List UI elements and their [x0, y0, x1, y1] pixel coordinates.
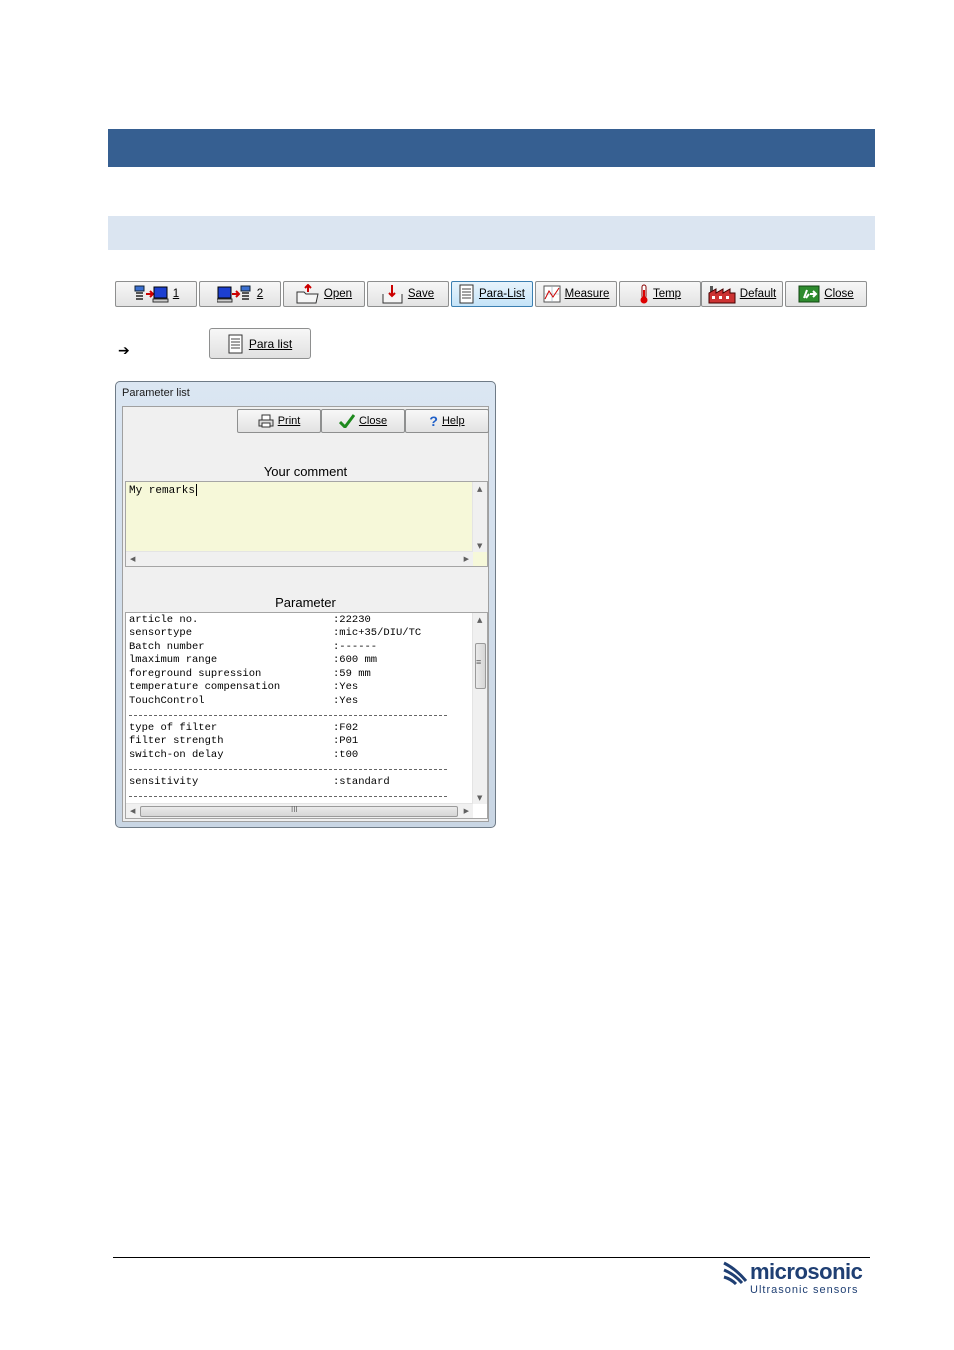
printer-icon: [258, 414, 274, 428]
help-icon: ?: [429, 413, 438, 429]
temp-button[interactable]: Temp: [619, 281, 701, 307]
scroll-up-arrow-icon[interactable]: ▲: [477, 616, 482, 624]
help-button[interactable]: ? Help: [405, 409, 489, 433]
parameter-heading: Parameter: [275, 595, 336, 610]
separator-line: [129, 715, 447, 716]
scroll-right-arrow-icon[interactable]: ▶: [464, 807, 469, 815]
comment-horizontal-scrollbar[interactable]: ◀ ▶: [126, 551, 473, 566]
close-button[interactable]: Close: [321, 409, 405, 433]
button-label: Help: [441, 415, 465, 427]
para-list-example-button[interactable]: Para list: [209, 328, 311, 359]
comment-text: My remarks: [129, 484, 198, 497]
comment-heading: Your comment: [263, 464, 348, 479]
scroll-grip-icon: ≡: [476, 657, 482, 667]
button-label: Temp: [652, 288, 682, 300]
parameter-list-dialog: Parameter list Print Close ? Help Your c…: [115, 381, 496, 828]
logo-tagline: Ultrasonic sensors: [750, 1284, 859, 1296]
logo-wordmark: microsonic: [750, 1259, 863, 1284]
dialog-client-area: Print Close ? Help Your comment My remar…: [122, 406, 489, 822]
comment-textarea[interactable]: My remarks ▲ ▼ ◀ ▶: [125, 481, 488, 567]
button-label: Default: [739, 288, 777, 300]
scroll-right-arrow-icon[interactable]: ▶: [464, 555, 469, 563]
pc-to-sensor-icon: [216, 285, 251, 303]
horizontal-scroll-thumb[interactable]: III: [140, 805, 458, 817]
separator-line: [129, 769, 447, 770]
checkmark-icon: [338, 414, 355, 428]
button-label: Para-List: [478, 288, 526, 300]
measure-chart-icon: [543, 285, 561, 303]
button-label: Print: [277, 415, 301, 427]
parameter-vertical-scrollbar[interactable]: ▲ ≡ ▼: [472, 613, 487, 804]
document-list-icon: [228, 334, 243, 353]
save-button[interactable]: Save: [367, 281, 449, 307]
toolbar: 1 2 Open Save Para-List Measure Temp Def…: [115, 281, 868, 308]
scroll-left-arrow-icon[interactable]: ◀: [130, 807, 135, 815]
text-caret: [196, 484, 198, 496]
separator-line: [129, 796, 447, 797]
button-label: 2: [256, 288, 264, 300]
vertical-scroll-thumb[interactable]: ≡: [475, 643, 486, 689]
close-app-button[interactable]: Close: [785, 281, 867, 307]
section-header-bar: [108, 129, 875, 167]
microsonic-wave-icon: [723, 1261, 748, 1285]
microsonic-logo: microsonic Ultrasonic sensors: [722, 1259, 870, 1299]
save-icon: [382, 285, 403, 304]
exit-icon: [798, 285, 820, 303]
button-label: Save: [407, 288, 435, 300]
button-label: Close: [358, 415, 388, 427]
open-button[interactable]: Open: [283, 281, 365, 307]
scroll-up-arrow-icon[interactable]: ▲: [477, 485, 482, 493]
thermometer-icon: [640, 284, 648, 304]
button-label: Para list: [248, 336, 293, 351]
upload-to-sensor-1-button[interactable]: 1: [115, 281, 197, 307]
print-button[interactable]: Print: [237, 409, 321, 433]
scroll-down-arrow-icon[interactable]: ▼: [477, 542, 482, 550]
button-label: Close: [824, 288, 854, 300]
button-label: Measure: [564, 288, 610, 300]
subsection-header-bar: [108, 216, 875, 250]
scroll-grip-icon: III: [291, 805, 298, 814]
document-list-icon: [459, 284, 474, 304]
parameter-horizontal-scrollbar[interactable]: ◀ III ▶: [126, 803, 473, 818]
scroll-down-arrow-icon[interactable]: ▼: [477, 794, 482, 802]
button-label: 1: [172, 288, 180, 300]
default-button[interactable]: Default: [701, 281, 783, 307]
footer-rule: [113, 1257, 870, 1258]
dialog-title: Parameter list: [122, 387, 190, 399]
measure-button[interactable]: Measure: [535, 281, 617, 307]
scroll-left-arrow-icon[interactable]: ◀: [130, 555, 135, 563]
comment-vertical-scrollbar[interactable]: ▲ ▼: [472, 482, 487, 552]
open-folder-icon: [296, 284, 319, 304]
para-list-button[interactable]: Para-List: [451, 281, 533, 307]
button-label: Open: [323, 288, 353, 300]
parameter-listbox[interactable]: article no.:22230 sensortype:mic+35/DIU/…: [125, 612, 488, 819]
factory-icon: [708, 286, 736, 304]
sensor-to-pc-icon: [134, 285, 169, 303]
download-from-sensor-2-button[interactable]: 2: [199, 281, 281, 307]
step-arrow: ➔: [118, 343, 130, 359]
